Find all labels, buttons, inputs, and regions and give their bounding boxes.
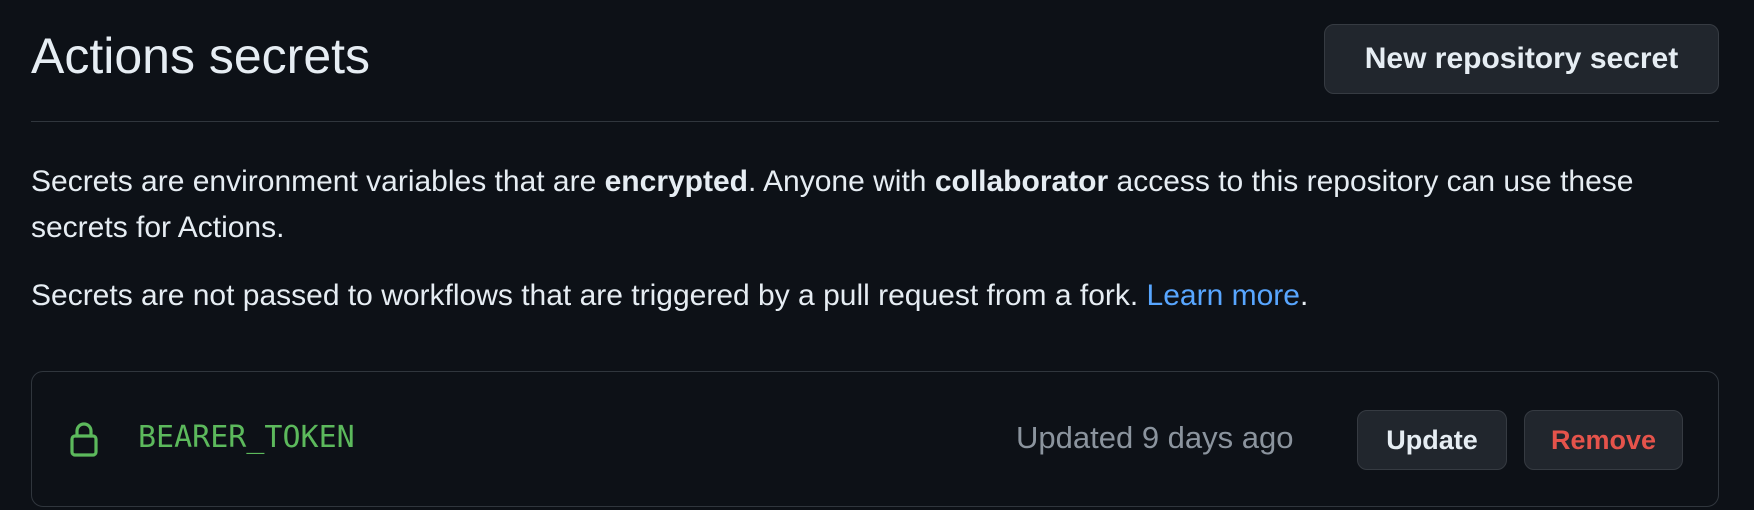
description-text: Secrets are environment variables that a… [31,165,605,198]
remove-secret-button[interactable]: Remove [1524,410,1683,470]
learn-more-link[interactable]: Learn more [1147,279,1300,312]
fork-notice: Secrets are not passed to workflows that… [31,273,1308,319]
new-repository-secret-button[interactable]: New repository secret [1324,24,1719,94]
page-header: Actions secrets New repository secret [31,0,1719,122]
fork-notice-end: . [1299,279,1309,312]
secret-row: BEARER_TOKEN Updated 9 days ago Update R… [31,371,1719,507]
page-title: Actions secrets [31,28,371,84]
lock-icon [70,421,98,457]
secret-name: BEARER_TOKEN [138,420,355,455]
fork-notice-text: Secrets are not passed to workflows that… [31,279,1147,312]
update-secret-button[interactable]: Update [1357,410,1507,470]
description-bold-collaborator: collaborator [934,165,1109,198]
description-text: . Anyone with [748,165,935,198]
description-bold-encrypted: encrypted [604,165,749,198]
secrets-description: Secrets are environment variables that a… [31,159,1719,251]
secret-updated-time: Updated 9 days ago [1016,420,1294,455]
